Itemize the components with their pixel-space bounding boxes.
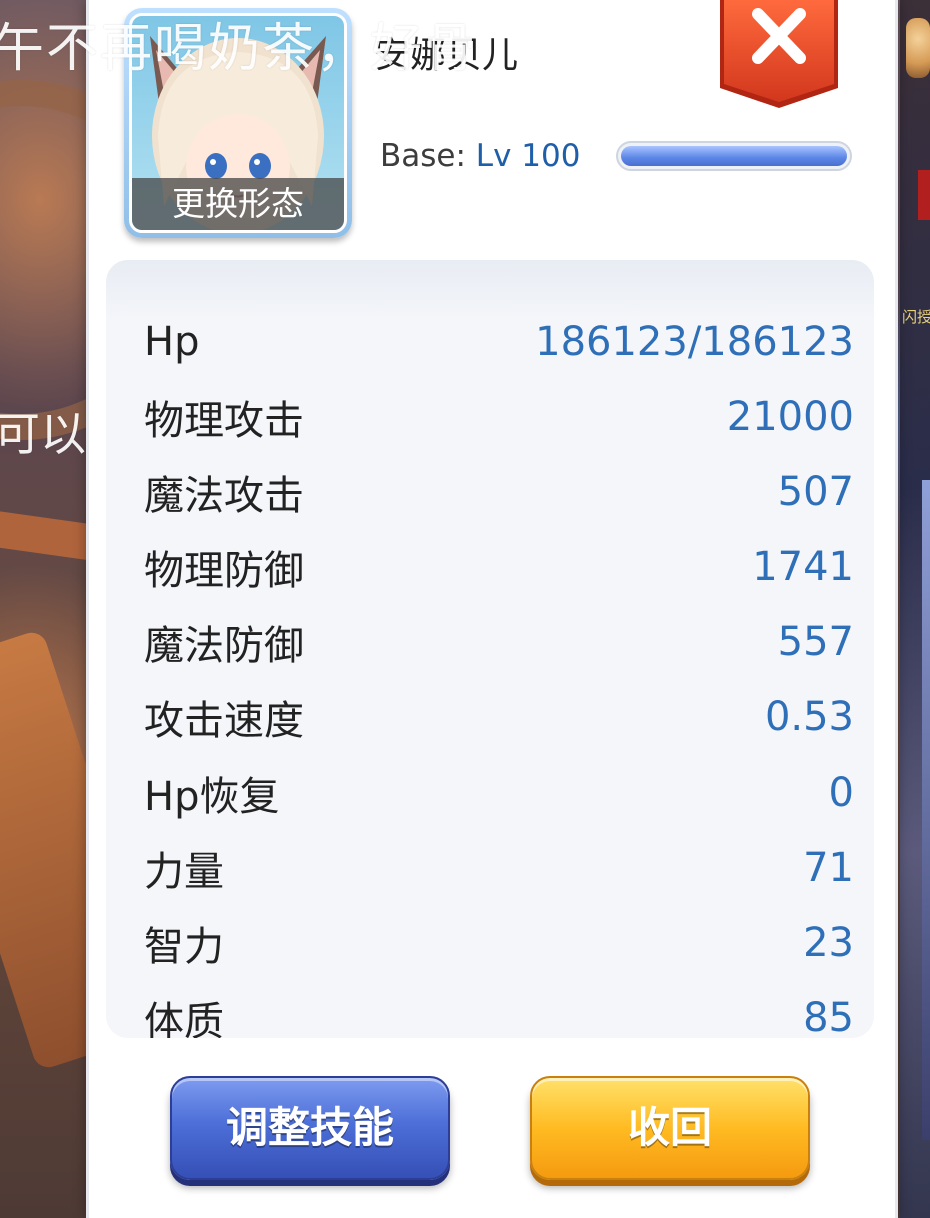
danmaku-comment: 午不再喝奶茶，好骨 (0, 19, 479, 79)
stat-row-strength: 力量 71 (144, 830, 854, 905)
stat-value: 1741 (752, 543, 854, 590)
stat-value: 71 (803, 844, 854, 891)
exp-progress-fill (621, 146, 847, 166)
level-prefix: Base: (380, 138, 466, 174)
background-side-bar (922, 480, 930, 1140)
stat-label: 魔法防御 (144, 622, 304, 669)
background-character (906, 18, 930, 78)
stat-label: 体质 (144, 998, 224, 1039)
stat-row-magic-defense: 魔法防御 557 (144, 604, 854, 679)
stat-row-physical-defense: 物理防御 1741 (144, 529, 854, 604)
stat-value: 85 (803, 994, 854, 1039)
stat-value: 0 (828, 769, 854, 816)
stat-value: 21000 (726, 393, 854, 440)
base-level: Base: Lv 100 (380, 138, 580, 174)
stat-label: 物理防御 (144, 547, 304, 594)
stat-row-attack-speed: 攻击速度 0.53 (144, 679, 854, 754)
background-red-banner (918, 170, 930, 220)
stat-row-hp-regen: Hp恢复 0 (144, 755, 854, 830)
stat-value: 0.53 (764, 693, 854, 740)
stat-label: 物理攻击 (144, 397, 304, 444)
stat-row-physical-attack: 物理攻击 21000 (144, 379, 854, 454)
stat-value: 186123/186123 (535, 318, 854, 365)
stat-row-constitution: 体质 85 (144, 980, 854, 1039)
stat-label: 智力 (144, 923, 224, 970)
stat-label: Hp (144, 318, 200, 365)
close-icon[interactable] (718, 0, 840, 110)
stat-label: 力量 (144, 848, 224, 895)
adjust-skills-button[interactable]: 调整技能 (170, 1076, 450, 1180)
stat-row-intelligence: 智力 23 (144, 905, 854, 980)
change-form-label: 更换形态 (132, 178, 344, 230)
background-hint-text: 闪授 (902, 308, 930, 326)
stat-label: 攻击速度 (144, 697, 304, 744)
danmaku-comment: 可以 (0, 407, 86, 461)
stat-row-magic-attack: 魔法攻击 507 (144, 454, 854, 529)
stat-value: 557 (777, 618, 854, 665)
recall-button[interactable]: 收回 (530, 1076, 810, 1180)
stat-row-hp: Hp 186123/186123 (144, 304, 854, 379)
exp-progress-bar (616, 141, 852, 171)
stat-value: 23 (803, 919, 854, 966)
stat-label: 魔法攻击 (144, 472, 304, 519)
stat-label: Hp恢复 (144, 773, 280, 820)
stats-list[interactable]: Hp 186123/186123 物理攻击 21000 魔法攻击 507 物理防… (106, 260, 874, 1038)
level-value: Lv 100 (475, 138, 581, 174)
stat-value: 507 (777, 468, 854, 515)
